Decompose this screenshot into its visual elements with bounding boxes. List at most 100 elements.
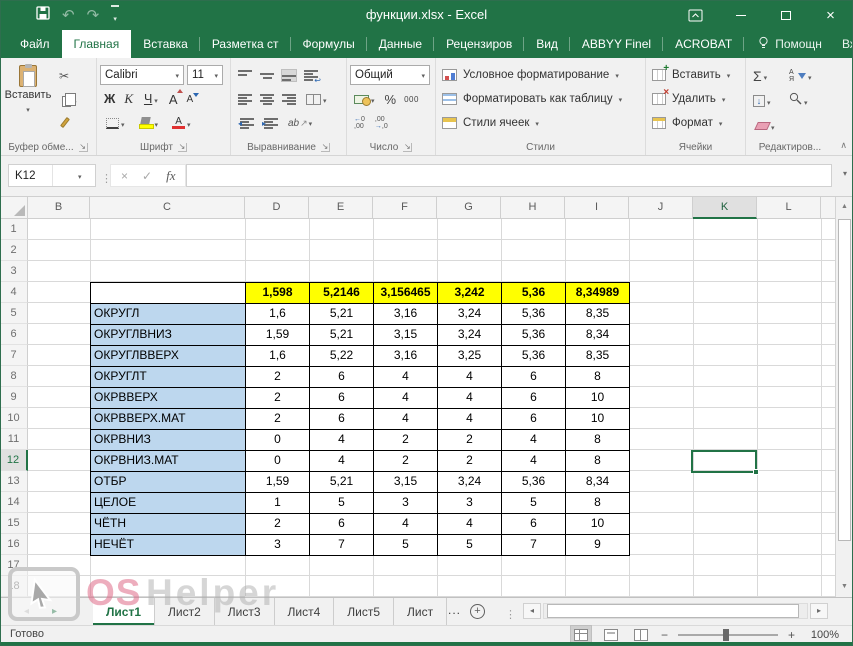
value-cell[interactable]: 3,16 bbox=[374, 346, 438, 367]
borders-button[interactable] bbox=[104, 113, 127, 133]
value-cell[interactable]: 1 bbox=[246, 493, 310, 514]
value-cell[interactable]: 4 bbox=[438, 409, 502, 430]
page-break-view-button[interactable] bbox=[631, 626, 651, 643]
format-as-table-button[interactable]: Форматировать как таблицу bbox=[439, 87, 642, 111]
value-cell[interactable]: 5 bbox=[438, 535, 502, 556]
vertical-scrollbar[interactable] bbox=[835, 197, 853, 597]
column-header[interactable]: I bbox=[565, 197, 629, 219]
row-header[interactable]: 16 bbox=[0, 534, 28, 555]
sheet-nav-right-icon[interactable] bbox=[52, 606, 57, 617]
sheet-nav-left-icon[interactable] bbox=[24, 606, 29, 617]
value-cell[interactable]: 4 bbox=[310, 430, 374, 451]
row-header[interactable]: 9 bbox=[0, 387, 28, 408]
tell-me-tab[interactable]: Помощн bbox=[748, 30, 832, 58]
underline-button[interactable]: Ч bbox=[142, 89, 160, 109]
value-cell[interactable]: 5,36 bbox=[502, 325, 566, 346]
align-middle-button[interactable] bbox=[260, 69, 274, 81]
column-header[interactable]: K bbox=[693, 197, 757, 219]
value-cell[interactable]: 8 bbox=[566, 493, 630, 514]
value-cell[interactable]: 5 bbox=[502, 493, 566, 514]
value-cell[interactable]: 8,34 bbox=[566, 325, 630, 346]
ribbon-tab[interactable]: Рецензиров bbox=[434, 30, 525, 58]
value-cell[interactable]: 1,6 bbox=[246, 346, 310, 367]
active-cell-selection[interactable] bbox=[691, 450, 759, 475]
value-cell[interactable]: 4 bbox=[438, 388, 502, 409]
function-name-cell[interactable]: ОКРУГЛТ bbox=[91, 367, 246, 388]
value-cell[interactable]: 3,24 bbox=[438, 325, 502, 346]
add-sheet-button[interactable]: + bbox=[470, 604, 485, 619]
zoom-in-button[interactable]: + bbox=[788, 628, 795, 642]
table-header-cell[interactable]: 1,598 bbox=[246, 283, 310, 304]
row-header[interactable]: 1 bbox=[0, 219, 28, 240]
value-cell[interactable]: 4 bbox=[374, 367, 438, 388]
value-cell[interactable]: 5,21 bbox=[310, 325, 374, 346]
paste-button[interactable]: Вставить bbox=[3, 63, 53, 129]
value-cell[interactable]: 6 bbox=[502, 388, 566, 409]
maximize-button[interactable] bbox=[763, 0, 808, 30]
row-header[interactable]: 17 bbox=[0, 555, 28, 576]
select-all-corner[interactable] bbox=[0, 197, 28, 219]
column-header[interactable]: D bbox=[245, 197, 309, 219]
increase-decimal-button[interactable]: ←0,00 bbox=[354, 116, 365, 130]
ribbon-tab[interactable]: Формулы bbox=[291, 30, 367, 58]
align-left-button[interactable] bbox=[238, 93, 252, 105]
row-header[interactable]: 14 bbox=[0, 492, 28, 513]
value-cell[interactable]: 3,24 bbox=[438, 304, 502, 325]
row-header[interactable]: 8 bbox=[0, 366, 28, 387]
column-header[interactable]: F bbox=[373, 197, 437, 219]
value-cell[interactable]: 8,35 bbox=[566, 304, 630, 325]
close-button[interactable]: × bbox=[808, 0, 853, 30]
value-cell[interactable]: 3,15 bbox=[374, 325, 438, 346]
value-cell[interactable]: 6 bbox=[502, 514, 566, 535]
ribbon-tab[interactable]: Данные bbox=[367, 30, 435, 58]
value-cell[interactable]: 4 bbox=[438, 514, 502, 535]
row-header[interactable]: 6 bbox=[0, 324, 28, 345]
sheet-tab[interactable]: Лист4 bbox=[275, 598, 335, 625]
table-corner-cell[interactable] bbox=[91, 283, 246, 304]
value-cell[interactable]: 9 bbox=[566, 535, 630, 556]
bold-button[interactable]: Ж bbox=[104, 92, 115, 106]
zoom-slider-handle[interactable] bbox=[722, 628, 729, 641]
format-cells-button[interactable]: Формат bbox=[649, 111, 742, 135]
sheet-tab[interactable]: Лист2 bbox=[155, 598, 215, 625]
row-header[interactable]: 18 bbox=[0, 576, 28, 597]
sheet-tab[interactable]: Лист bbox=[394, 598, 448, 625]
value-cell[interactable]: 5 bbox=[310, 493, 374, 514]
horizontal-scrollbar[interactable] bbox=[543, 603, 808, 619]
column-header[interactable]: G bbox=[437, 197, 501, 219]
dialog-launcher-icon[interactable]: ↘ bbox=[403, 143, 413, 152]
function-name-cell[interactable]: ОКРВВЕРХ bbox=[91, 388, 246, 409]
value-cell[interactable]: 4 bbox=[374, 514, 438, 535]
sheet-tab[interactable]: Лист5 bbox=[334, 598, 395, 625]
cell-styles-button[interactable]: Стили ячеек bbox=[439, 111, 642, 135]
copy-button[interactable] bbox=[57, 91, 79, 111]
column-header[interactable]: C bbox=[90, 197, 245, 219]
value-cell[interactable]: 2 bbox=[246, 514, 310, 535]
value-cell[interactable]: 2 bbox=[374, 430, 438, 451]
scroll-down-icon[interactable] bbox=[836, 579, 853, 595]
page-layout-view-button[interactable] bbox=[601, 626, 621, 643]
font-size-select[interactable]: 11 bbox=[187, 65, 223, 85]
value-cell[interactable]: 7 bbox=[310, 535, 374, 556]
value-cell[interactable]: 3 bbox=[246, 535, 310, 556]
value-cell[interactable]: 7 bbox=[502, 535, 566, 556]
value-cell[interactable]: 4 bbox=[438, 367, 502, 388]
insert-cells-button[interactable]: Вставить bbox=[649, 63, 742, 87]
find-select-button[interactable] bbox=[785, 92, 821, 110]
value-cell[interactable]: 4 bbox=[374, 388, 438, 409]
value-cell[interactable]: 3,15 bbox=[374, 472, 438, 493]
function-name-cell[interactable]: ЦЕЛОЕ bbox=[91, 493, 246, 514]
value-cell[interactable]: 0 bbox=[246, 451, 310, 472]
row-header[interactable]: 12 bbox=[0, 450, 28, 471]
decrease-indent-button[interactable] bbox=[238, 117, 254, 129]
shrink-font-button[interactable]: А bbox=[186, 92, 200, 105]
column-header[interactable]: E bbox=[309, 197, 373, 219]
cancel-entry-button[interactable]: × bbox=[121, 169, 128, 183]
name-box[interactable]: K12 bbox=[8, 164, 96, 187]
row-header[interactable]: 15 bbox=[0, 513, 28, 534]
function-name-cell[interactable]: ОКРУГЛВВЕРХ bbox=[91, 346, 246, 367]
sheet-tab[interactable]: Лист1 bbox=[93, 598, 156, 625]
value-cell[interactable]: 5,36 bbox=[502, 472, 566, 493]
table-header-cell[interactable]: 3,242 bbox=[438, 283, 502, 304]
value-cell[interactable]: 0 bbox=[246, 430, 310, 451]
